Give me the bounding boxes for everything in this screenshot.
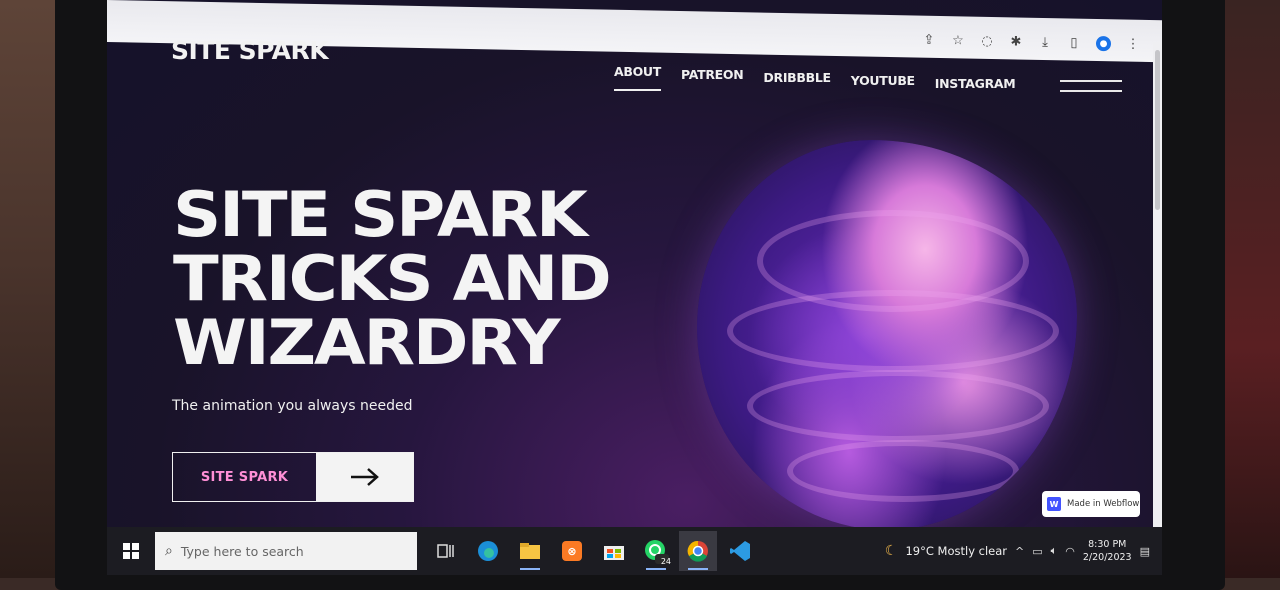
nav-link-patreon[interactable]: PATREON (681, 67, 744, 91)
nav-link-about[interactable]: ABOUT (614, 64, 661, 91)
hero-title-line: TRICKS AND (173, 242, 612, 315)
whatsapp-unread-badge: 24 (660, 557, 671, 566)
wifi-icon[interactable]: ◠ (1065, 545, 1075, 558)
chrome-icon[interactable] (679, 531, 717, 571)
nav-link-dribbble[interactable]: DRIBBBLE (763, 70, 831, 91)
blob-ripple (747, 370, 1049, 442)
notifications-icon[interactable]: ▤ (1140, 545, 1150, 558)
nav-link-youtube[interactable]: YOUTUBE (851, 73, 915, 91)
battery-icon[interactable]: ▭ (1032, 545, 1042, 558)
browser-viewport: ⇪ ☆ ◌ ✱ ⤓ ▯ ● ⋮ SITE SPARK ABOUT PATREON… (107, 0, 1162, 527)
page-scrollbar[interactable] (1153, 42, 1162, 527)
menu-hamburger-icon[interactable] (1060, 80, 1122, 100)
share-icon[interactable]: ⇪ (922, 33, 936, 48)
taskbar-apps: ⊗ 24 (427, 531, 759, 571)
cta-button-label: SITE SPARK (200, 469, 289, 485)
file-explorer-icon[interactable] (511, 531, 549, 571)
nav-link-instagram[interactable]: INSTAGRAM (935, 76, 1016, 91)
hero-title: SITE SPARK TRICKS AND WIZARDRY (173, 178, 612, 379)
scrollbar-thumb[interactable] (1155, 50, 1160, 210)
arrow-right-icon (316, 453, 413, 501)
more-icon[interactable]: ⋮ (1126, 37, 1140, 52)
weather-moon-icon: ☾ (884, 543, 898, 559)
browser-toolbar-icons: ⇪ ☆ ◌ ✱ ⤓ ▯ ● ⋮ (922, 33, 1140, 52)
speaker-icon[interactable]: 🔈︎ (1051, 544, 1058, 558)
extensions-icon[interactable]: ✱ (1009, 34, 1023, 49)
svg-text:⊗: ⊗ (567, 545, 576, 558)
taskbar-search-input[interactable]: ⌕ Type here to search (155, 532, 417, 570)
profile-icon[interactable]: ● (1096, 35, 1111, 52)
main-nav: ABOUT PATREON DRIBBBLE YOUTUBE INSTAGRAM (614, 64, 1016, 91)
star-icon[interactable]: ☆ (951, 33, 965, 48)
hero-title-line: SITE SPARK (173, 178, 588, 251)
windows-taskbar: ⌕ Type here to search ⊗ 24 ☾ 19°C Mostly… (107, 527, 1162, 575)
running-indicator (520, 568, 540, 570)
hero-title-line: WIZARDRY (173, 306, 561, 379)
system-tray: ☾ 19°C Mostly clear ^ ▭ 🔈︎ ◠ 8:30 PM 2/2… (885, 538, 1162, 564)
xampp-icon[interactable]: ⊗ (553, 531, 591, 571)
hamburger-line (1060, 80, 1122, 82)
running-indicator (646, 568, 666, 570)
search-icon: ⌕ (165, 543, 173, 559)
hamburger-line (1060, 90, 1122, 92)
blob-shape (697, 140, 1077, 527)
clock-time: 8:30 PM (1088, 539, 1127, 550)
webflow-logo-icon: W (1047, 497, 1061, 511)
site-logo[interactable]: SITE SPARK (171, 36, 329, 65)
blob-ripple (787, 440, 1019, 502)
webflow-badge-text: Made in Webflow (1067, 499, 1140, 509)
taskbar-clock[interactable]: 8:30 PM 2/20/2023 (1083, 538, 1132, 564)
edge-icon[interactable] (469, 531, 507, 571)
weather-text[interactable]: 19°C Mostly clear (905, 544, 1007, 558)
loading-icon[interactable]: ◌ (980, 34, 994, 49)
task-view-icon[interactable] (427, 531, 465, 571)
whatsapp-icon[interactable]: 24 (637, 531, 675, 571)
windows-start-icon[interactable] (107, 527, 155, 575)
vscode-icon[interactable] (721, 531, 759, 571)
blob-ripple (727, 290, 1059, 372)
cta-button[interactable]: SITE SPARK (172, 452, 414, 502)
hero-subtitle: The animation you always needed (172, 398, 413, 414)
hero-3d-blob-image (692, 130, 1092, 527)
download-icon[interactable]: ⤓ (1038, 35, 1052, 50)
clock-date: 2/20/2023 (1082, 552, 1132, 563)
search-placeholder: Type here to search (180, 543, 304, 559)
made-in-webflow-badge[interactable]: W Made in Webflow (1042, 491, 1140, 517)
tray-chevron-up-icon[interactable]: ^ (1015, 545, 1024, 558)
microsoft-store-icon[interactable] (595, 531, 633, 571)
sidebar-icon[interactable]: ▯ (1067, 35, 1081, 50)
running-indicator (688, 568, 708, 570)
